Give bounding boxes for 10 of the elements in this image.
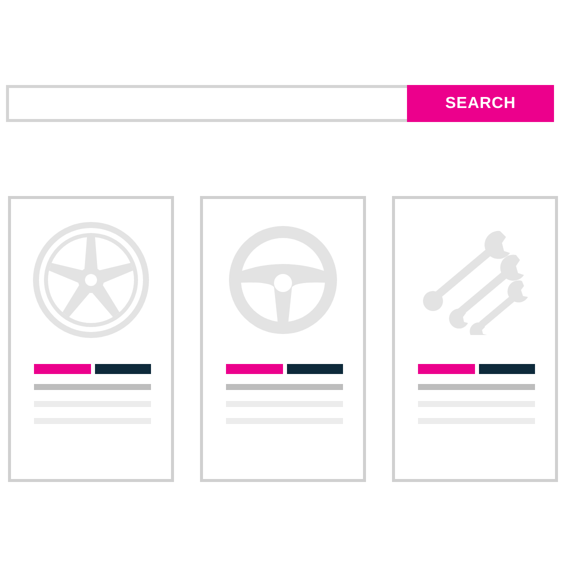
tag-bar	[34, 364, 90, 374]
wheel-icon	[32, 221, 150, 339]
tag-bar	[418, 364, 474, 374]
search-button[interactable]: SEARCH	[407, 85, 554, 122]
tag-bar	[94, 364, 151, 374]
tag-bar	[478, 364, 535, 374]
search-field[interactable]	[6, 85, 407, 122]
steering-wheel-icon	[228, 225, 338, 335]
tag-bar	[286, 364, 343, 374]
tag-bar	[226, 364, 282, 374]
